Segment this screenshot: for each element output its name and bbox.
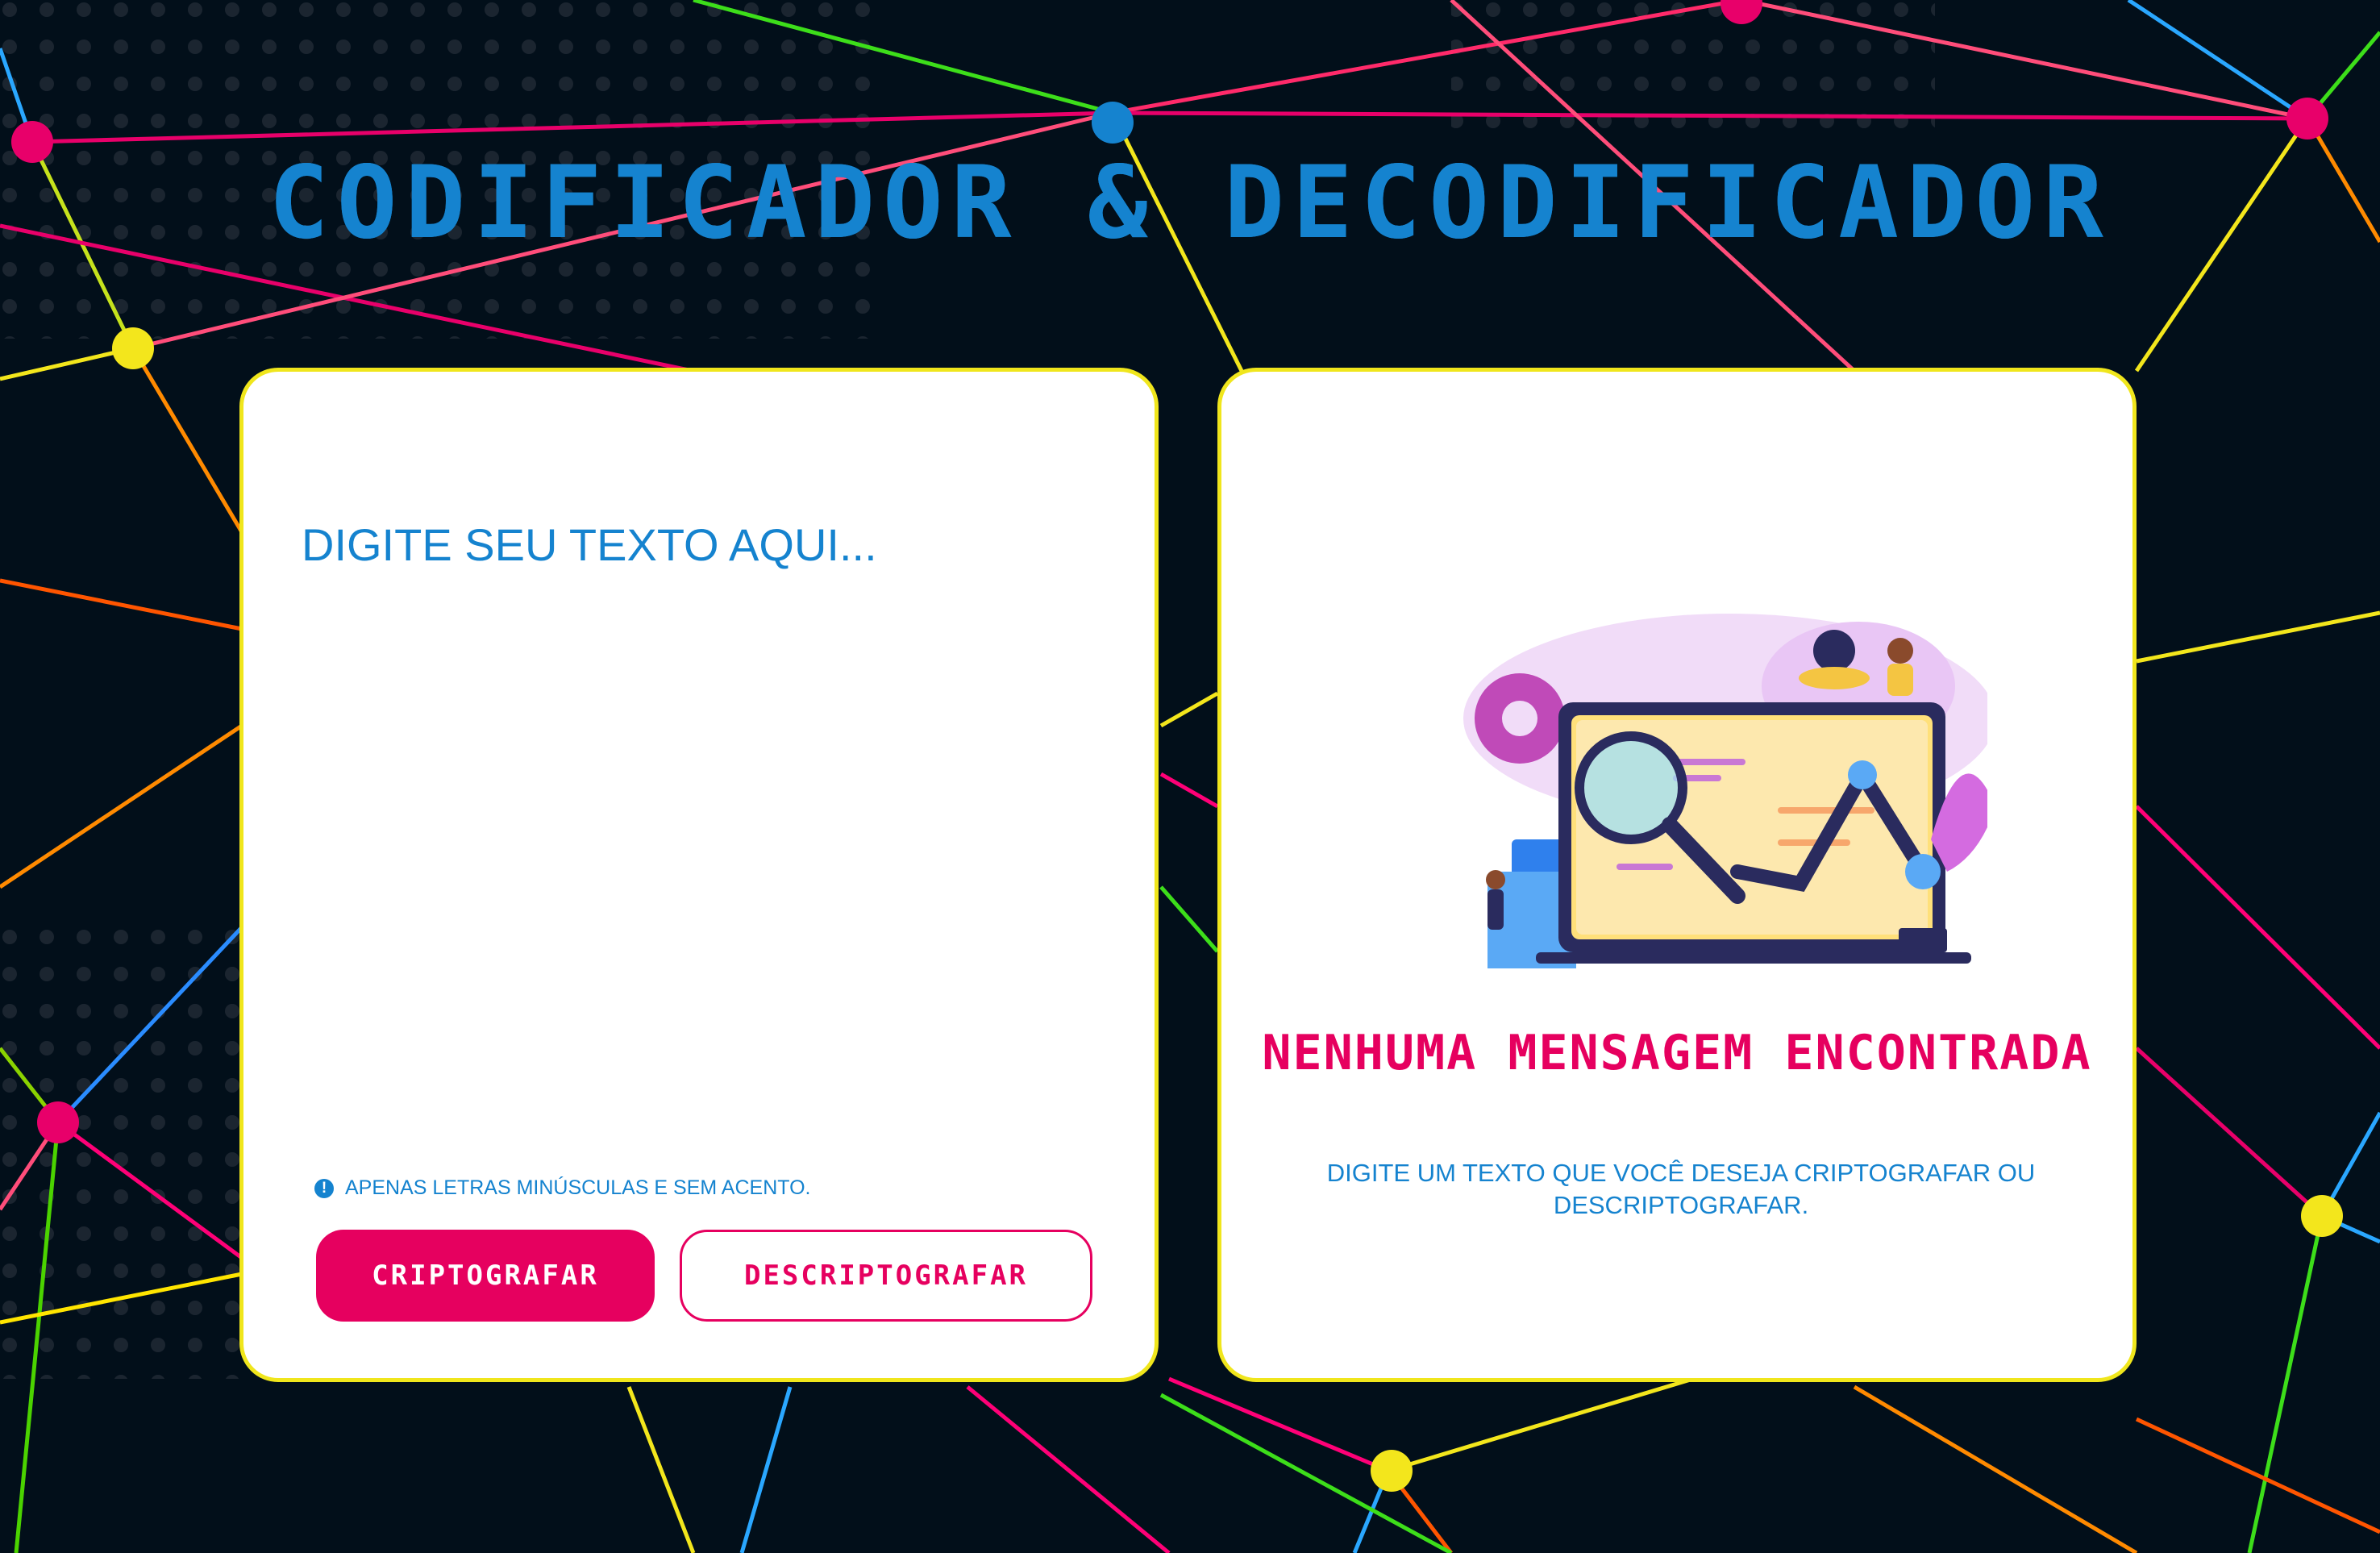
input-hint: ! APENAS LETRAS MINÚSCULAS E SEM ACENTO. [314, 1176, 810, 1200]
search-illustration [1463, 614, 1987, 968]
input-card: ! APENAS LETRAS MINÚSCULAS E SEM ACENTO.… [239, 368, 1159, 1382]
empty-state-title: NENHUMA MENSAGEM ENCONTRADA [1262, 1025, 2092, 1081]
hint-text: APENAS LETRAS MINÚSCULAS E SEM ACENTO. [345, 1176, 811, 1199]
page-title: CODIFICADOR & DECODIFICADOR [268, 145, 2112, 261]
encrypt-button[interactable]: CRIPTOGRAFAR [316, 1230, 655, 1322]
text-input[interactable] [300, 517, 1101, 1326]
empty-state-message: DIGITE UM TEXTO QUE VOCÊ DESEJA CRIPTOGR… [1326, 1159, 2036, 1219]
decrypt-button[interactable]: DESCRIPTOGRAFAR [680, 1230, 1092, 1322]
output-card: NENHUMA MENSAGEM ENCONTRADA DIGITE UM TE… [1217, 368, 2137, 1382]
exclamation-circle-icon: ! [314, 1178, 334, 1198]
